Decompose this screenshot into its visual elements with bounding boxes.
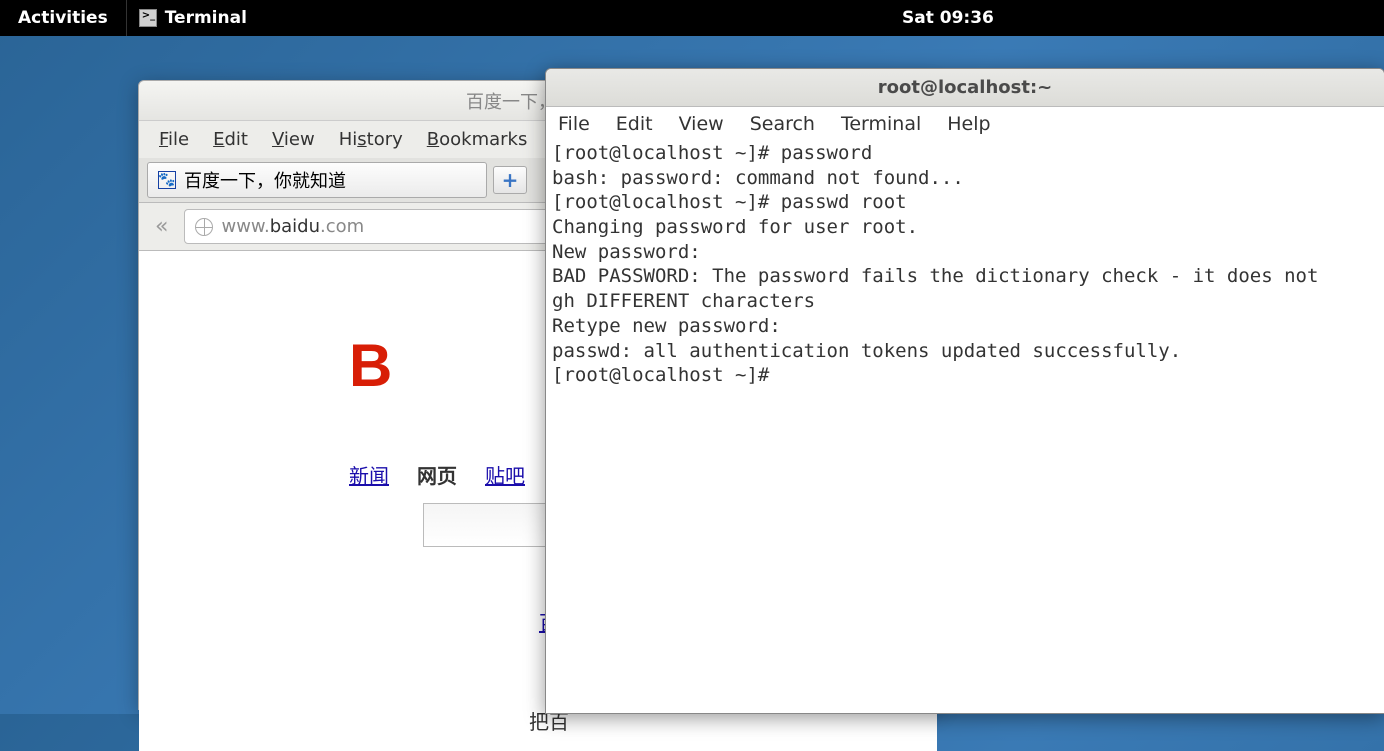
menu-edit[interactable]: Edit xyxy=(203,125,258,154)
terminal-icon: >_ xyxy=(139,9,157,27)
term-menu-help[interactable]: Help xyxy=(947,113,990,135)
baidu-favicon: 🐾 xyxy=(158,171,176,189)
globe-icon xyxy=(195,218,213,236)
term-menu-search[interactable]: Search xyxy=(750,113,815,135)
terminal-window: root@localhost:~ File Edit View Search T… xyxy=(545,68,1384,714)
clock-label[interactable]: Sat 09:36 xyxy=(902,8,994,28)
term-menu-edit[interactable]: Edit xyxy=(616,113,653,135)
term-menu-view[interactable]: View xyxy=(679,113,724,135)
menu-view[interactable]: View xyxy=(262,125,325,154)
link-news[interactable]: 新闻 xyxy=(349,460,389,489)
topbar-app-label: Terminal xyxy=(165,8,247,28)
menu-bookmarks[interactable]: Bookmarks xyxy=(417,125,538,154)
terminal-content[interactable]: [root@localhost ~]# password bash: passw… xyxy=(546,141,1384,388)
link-tieba[interactable]: 贴吧 xyxy=(485,460,525,489)
new-tab-button[interactable]: + xyxy=(493,166,527,194)
menu-history[interactable]: History xyxy=(329,125,413,154)
terminal-title-text: root@localhost:~ xyxy=(878,77,1053,98)
topbar-app-terminal[interactable]: >_ Terminal xyxy=(126,0,259,36)
tab-label: 百度一下，你就知道 xyxy=(184,167,346,193)
link-web-active[interactable]: 网页 xyxy=(417,460,457,489)
back-button[interactable]: « xyxy=(149,214,174,239)
terminal-menu-bar: File Edit View Search Terminal Help xyxy=(546,107,1384,141)
terminal-titlebar[interactable]: root@localhost:~ xyxy=(546,69,1384,107)
browser-tab-baidu[interactable]: 🐾 百度一下，你就知道 xyxy=(147,162,487,198)
gnome-topbar: Activities >_ Terminal Sat 09:36 xyxy=(0,0,1384,36)
activities-button[interactable]: Activities xyxy=(0,8,126,28)
term-menu-file[interactable]: File xyxy=(558,113,590,135)
url-text: www.baidu.com xyxy=(221,216,364,237)
menu-file[interactable]: File xyxy=(149,125,199,154)
term-menu-terminal[interactable]: Terminal xyxy=(841,113,921,135)
